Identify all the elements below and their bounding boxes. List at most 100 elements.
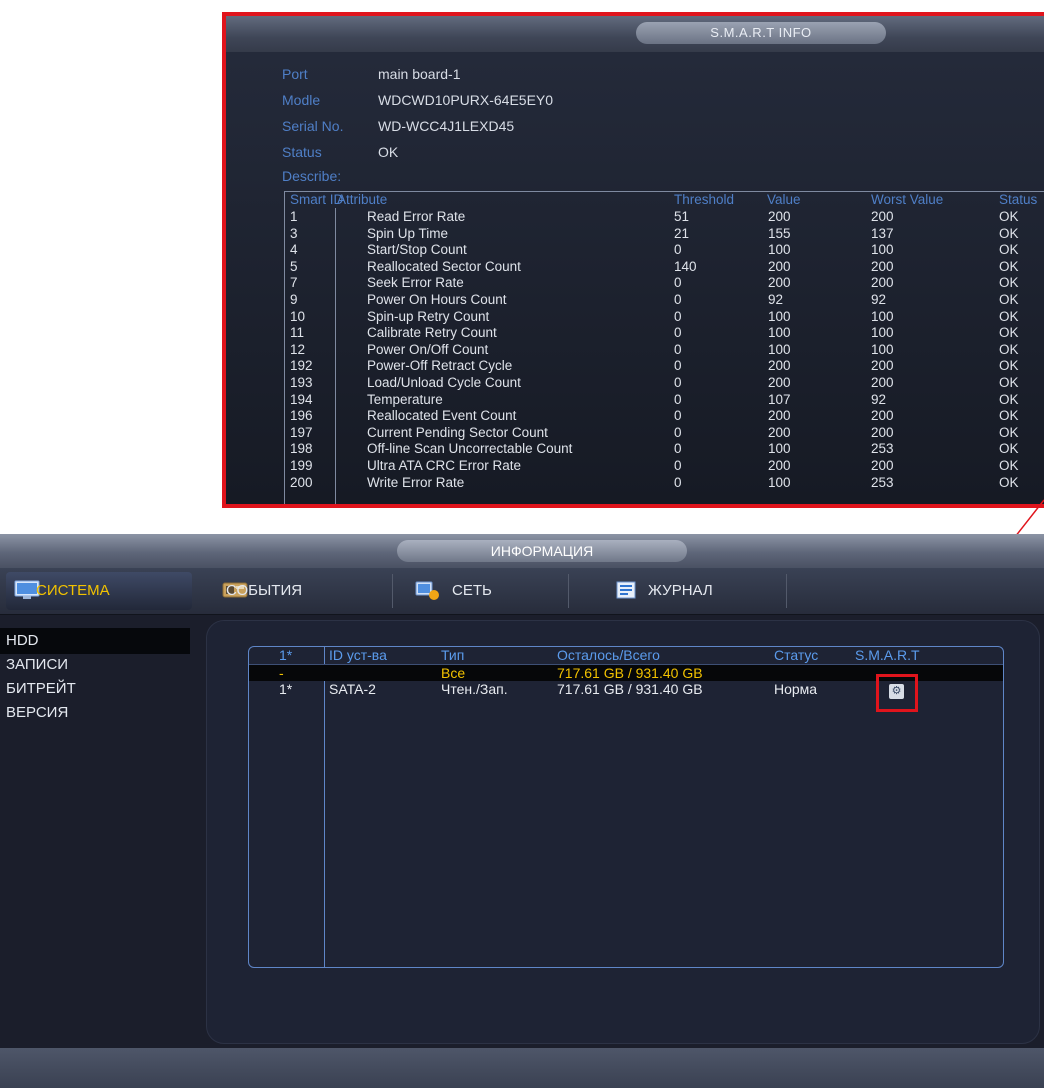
cell-value: 200 [768, 458, 791, 473]
table-row[interactable]: 199 Ultra ATA CRC Error Rate 0 200 200 OK [285, 458, 1044, 474]
cell-value: 155 [768, 225, 791, 241]
cell-worst-value: 100 [871, 242, 894, 258]
table-row[interactable]: 198 Off-line Scan Uncorrectable Count 0 100… [285, 441, 1044, 457]
cell-value: 100 [768, 474, 791, 490]
row-type: Чтен./Зап. [441, 681, 508, 697]
table-row[interactable]: 194 Temperature 0 107 92 OK [285, 392, 1044, 408]
table-row[interactable]: 197 Current Pending Sector Count 0 200 200 OK [285, 425, 1044, 441]
table-row[interactable]: 7 Seek Error Rate 0 200 200 OK [285, 275, 1044, 291]
table-row[interactable]: 192 Power-Off Retract Cycle 0 200 200 OK [285, 358, 1044, 374]
cell-value: 200 [768, 424, 791, 440]
smart-info-icon[interactable]: ⚙ [889, 684, 904, 699]
cell-smart-id: 197 [290, 424, 313, 440]
cell-smart-id: 5 [290, 258, 298, 274]
cell-value: 92 [768, 292, 784, 307]
cell-smart-id: 1 [290, 209, 298, 224]
hdd-table-header: 1* ID уст-ва Тип Осталось/Всего Статус S… [249, 647, 1003, 663]
status-label: Status [282, 144, 322, 160]
table-row[interactable]: 193 Load/Unload Cycle Count 0 200 200 OK [285, 375, 1044, 391]
sidebar-item-version[interactable]: ВЕРСИЯ [0, 700, 190, 726]
table-row[interactable]: 5 Reallocated Sector Count 140 200 200 OK [285, 259, 1044, 275]
cell-worst-value: 200 [871, 275, 894, 291]
cell-value: 100 [768, 441, 791, 457]
sidebar: HDD ЗАПИСИ БИТРЕЙТ ВЕРСИЯ [0, 614, 192, 1054]
table-row[interactable]: 12 Power On/Off Count 0 100 100 OK [285, 342, 1044, 358]
tab-events[interactable]: СОБЫТИЯ [222, 572, 382, 610]
header-capacity: Осталось/Всего [557, 647, 660, 663]
cell-smart-id: 10 [290, 308, 306, 324]
cell-status: OK [999, 341, 1019, 357]
describe-row: Describe: [282, 166, 378, 186]
cell-threshold: 0 [674, 308, 682, 324]
cell-value: 200 [768, 358, 791, 374]
cell-worst-value: 200 [871, 424, 894, 440]
smart-attribute-table[interactable]: Smart ID Attribute Threshold Value Worst… [284, 191, 1044, 504]
cell-value: 100 [768, 242, 791, 258]
table-row[interactable]: 1 Read Error Rate 51 200 200 OK [285, 209, 1044, 225]
cell-value: 200 [768, 258, 791, 274]
cell-threshold: 0 [674, 408, 682, 424]
sidebar-item-records[interactable]: ЗАПИСИ [0, 652, 190, 678]
cell-threshold: 0 [674, 358, 682, 374]
tab-divider [392, 574, 393, 608]
row-status: Норма [774, 681, 818, 697]
cell-worst-value: 100 [871, 341, 894, 357]
cell-smart-id: 12 [290, 341, 306, 357]
cell-status: OK [999, 209, 1019, 224]
row-num: - [279, 665, 284, 681]
smart-dialog-titlebar: S.M.A.R.T INFO [226, 16, 1044, 53]
sidebar-item-bitrate[interactable]: БИТРЕЙТ [0, 676, 190, 702]
cell-value: 200 [768, 375, 791, 390]
smart-button-highlight[interactable]: ⚙ [876, 674, 918, 712]
info-window-titlebar: ИНФОРМАЦИЯ [0, 534, 1044, 568]
cell-smart-id: 196 [290, 408, 313, 424]
network-icon [415, 581, 439, 600]
cell-status: OK [999, 308, 1019, 324]
cell-attribute: Load/Unload Cycle Count [367, 375, 521, 390]
model-row: Modle WDCWD10PURX-64E5EY0 [282, 90, 553, 110]
tab-log[interactable]: ЖУРНАЛ [614, 572, 764, 610]
cell-smart-id: 194 [290, 391, 313, 407]
port-value: main board-1 [378, 66, 461, 82]
table-row[interactable]: 196 Reallocated Event Count 0 200 200 OK [285, 408, 1044, 424]
header-num: 1* [279, 647, 293, 663]
cell-value: 200 [768, 275, 791, 291]
cell-attribute: Reallocated Sector Count [367, 258, 521, 274]
describe-label: Describe: [282, 168, 342, 184]
table-row[interactable]: 10 Spin-up Retry Count 0 100 100 OK [285, 309, 1044, 325]
table-row[interactable]: 9 Power On Hours Count 0 92 92 OK [285, 292, 1044, 308]
sidebar-item-hdd[interactable]: HDD [0, 628, 190, 654]
header-attribute: Attribute [337, 192, 388, 207]
cell-status: OK [999, 391, 1019, 407]
cell-attribute: Seek Error Rate [367, 275, 464, 291]
cell-threshold: 21 [674, 225, 690, 241]
table-row[interactable]: 200 Write Error Rate 0 100 253 OK [285, 475, 1044, 491]
port-label: Port [282, 66, 308, 82]
tab-system-label: СИСТЕМА [36, 582, 110, 599]
cell-worst-value: 200 [871, 209, 894, 224]
cell-status: OK [999, 225, 1019, 241]
cell-attribute: Power On/Off Count [367, 341, 489, 357]
tab-network[interactable]: СЕТЬ [414, 572, 554, 610]
table-row[interactable]: 11 Calibrate Retry Count 0 100 100 OK [285, 325, 1044, 341]
header-status: Статус [774, 647, 819, 663]
header-value: Value [767, 192, 801, 207]
cell-value: 200 [768, 408, 791, 424]
header-worst-value: Worst Value [871, 192, 944, 207]
cell-status: OK [999, 275, 1019, 291]
cell-worst-value: 200 [871, 375, 894, 390]
status-row: Status OK [282, 142, 398, 162]
cell-threshold: 140 [674, 258, 697, 274]
cell-threshold: 0 [674, 441, 682, 457]
cell-threshold: 0 [674, 325, 682, 341]
info-window-title: ИНФОРМАЦИЯ [397, 540, 687, 562]
cell-value: 107 [768, 391, 791, 407]
table-row[interactable]: 4 Start/Stop Count 0 100 100 OK [285, 242, 1044, 258]
header-status: Status [999, 192, 1038, 207]
tab-system[interactable]: СИСТЕМА [6, 572, 192, 610]
cell-worst-value: 200 [871, 258, 894, 274]
tab-log-label: ЖУРНАЛ [648, 582, 713, 599]
smart-info-dialog: S.M.A.R.T INFO Port main board-1 Modle WDC… [222, 12, 1044, 508]
cell-status: OK [999, 358, 1019, 374]
table-row[interactable]: 3 Spin Up Time 21 155 137 OK [285, 226, 1044, 242]
